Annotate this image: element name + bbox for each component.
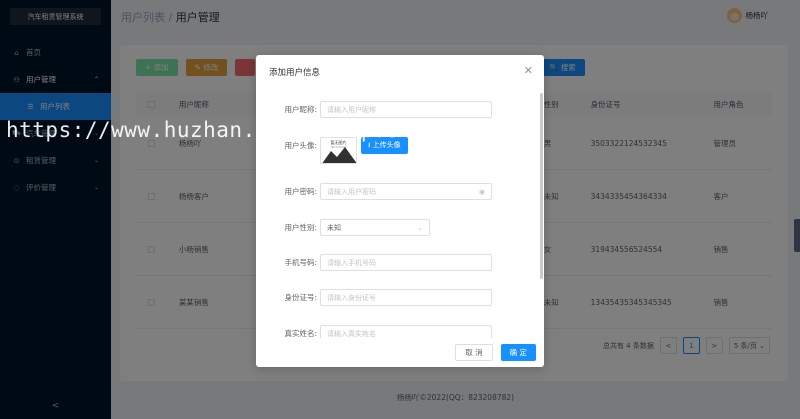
dialog-scrollbar[interactable]	[540, 93, 543, 279]
form-row-password: 用户密码: 请输入用户密码 ◉	[256, 183, 492, 200]
floating-side-tab[interactable]	[794, 219, 800, 252]
form-row-nick: 用户昵称: 请输入用户昵称	[256, 101, 492, 118]
nick-label: 用户昵称:	[284, 105, 317, 114]
cancel-button[interactable]: 取 消	[455, 344, 493, 361]
realname-input[interactable]: 请输入真实姓名	[320, 325, 492, 338]
chevron-down-icon: ⌄	[417, 223, 423, 232]
dialog-title: 添加用户信息	[269, 68, 321, 78]
form-row-idcard: 身份证号: 请输入身份证号	[256, 289, 492, 306]
dialog-footer: 取 消 确 定	[455, 344, 536, 361]
form-row-phone: 手机号码: 请输入手机号码	[256, 254, 492, 271]
phone-label: 手机号码:	[284, 258, 317, 267]
password-label: 用户密码:	[284, 187, 317, 196]
idcard-input[interactable]: 请输入身份证号	[320, 289, 492, 306]
confirm-button[interactable]: 确 定	[500, 344, 536, 361]
idcard-label: 身份证号:	[284, 293, 317, 302]
gender-label: 用户性别:	[284, 223, 317, 232]
form-row-gender: 用户性别: 未知 ⌄	[256, 219, 430, 236]
form-row-realname: 真实姓名: 请输入真实姓名	[256, 325, 492, 338]
eye-icon[interactable]: ◉	[479, 188, 485, 196]
realname-label: 真实姓名:	[284, 329, 317, 338]
gender-value: 未知	[327, 223, 341, 232]
password-input[interactable]: 请输入用户密码 ◉	[320, 183, 492, 200]
add-user-dialog: 添加用户信息 ✕ 用户昵称: 请输入用户昵称 用户头像: 暂无图片 NO IMA…	[256, 55, 544, 367]
gender-select[interactable]: 未知 ⌄	[320, 219, 430, 236]
password-placeholder: 请输入用户密码	[327, 187, 376, 196]
watermark-text: https://www.huzhan.com/ishop3572	[6, 118, 427, 142]
nick-input[interactable]: 请输入用户昵称	[320, 101, 492, 118]
close-icon[interactable]: ✕	[524, 64, 533, 77]
phone-input[interactable]: 请输入手机号码	[320, 254, 492, 271]
